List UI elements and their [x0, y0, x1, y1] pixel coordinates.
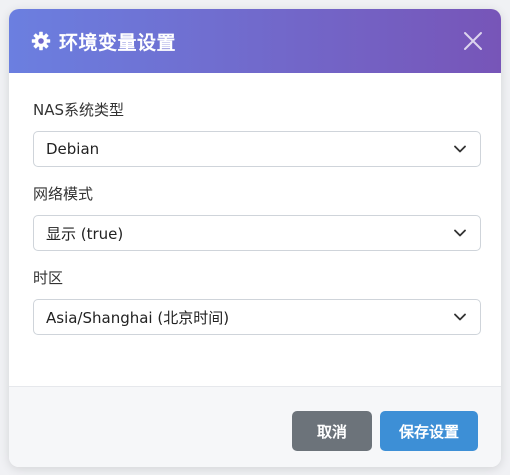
env-settings-dialog: 环境变量设置 NAS系统类型 Debian 网络模式 显示 (true) 时区 … [9, 9, 501, 467]
timezone-select[interactable]: Asia/Shanghai (北京时间) [33, 299, 481, 335]
timezone-label: 时区 [33, 269, 64, 287]
chevron-down-icon [454, 229, 466, 237]
dialog-footer: 取消 保存设置 [9, 386, 501, 467]
dialog-body: NAS系统类型 Debian 网络模式 显示 (true) 时区 Asia/Sh… [9, 73, 501, 335]
nas-type-field: NAS系统类型 Debian [33, 101, 481, 167]
chevron-down-icon [454, 145, 466, 153]
close-icon[interactable] [463, 31, 483, 51]
network-mode-select[interactable]: 显示 (true) [33, 215, 481, 251]
gear-icon [31, 31, 51, 51]
network-mode-label: 网络模式 [33, 185, 94, 203]
save-settings-button[interactable]: 保存设置 [380, 411, 478, 451]
timezone-value: Asia/Shanghai (北京时间) [46, 308, 230, 327]
nas-type-label: NAS系统类型 [33, 101, 125, 119]
dialog-title: 环境变量设置 [59, 31, 177, 54]
dialog-header: 环境变量设置 [9, 9, 501, 73]
network-mode-value: 显示 (true) [46, 224, 124, 243]
chevron-down-icon [454, 313, 466, 321]
nas-type-select[interactable]: Debian [33, 131, 481, 167]
nas-type-value: Debian [46, 140, 100, 158]
timezone-field: 时区 Asia/Shanghai (北京时间) [33, 269, 481, 335]
cancel-button[interactable]: 取消 [292, 411, 372, 451]
network-mode-field: 网络模式 显示 (true) [33, 185, 481, 251]
